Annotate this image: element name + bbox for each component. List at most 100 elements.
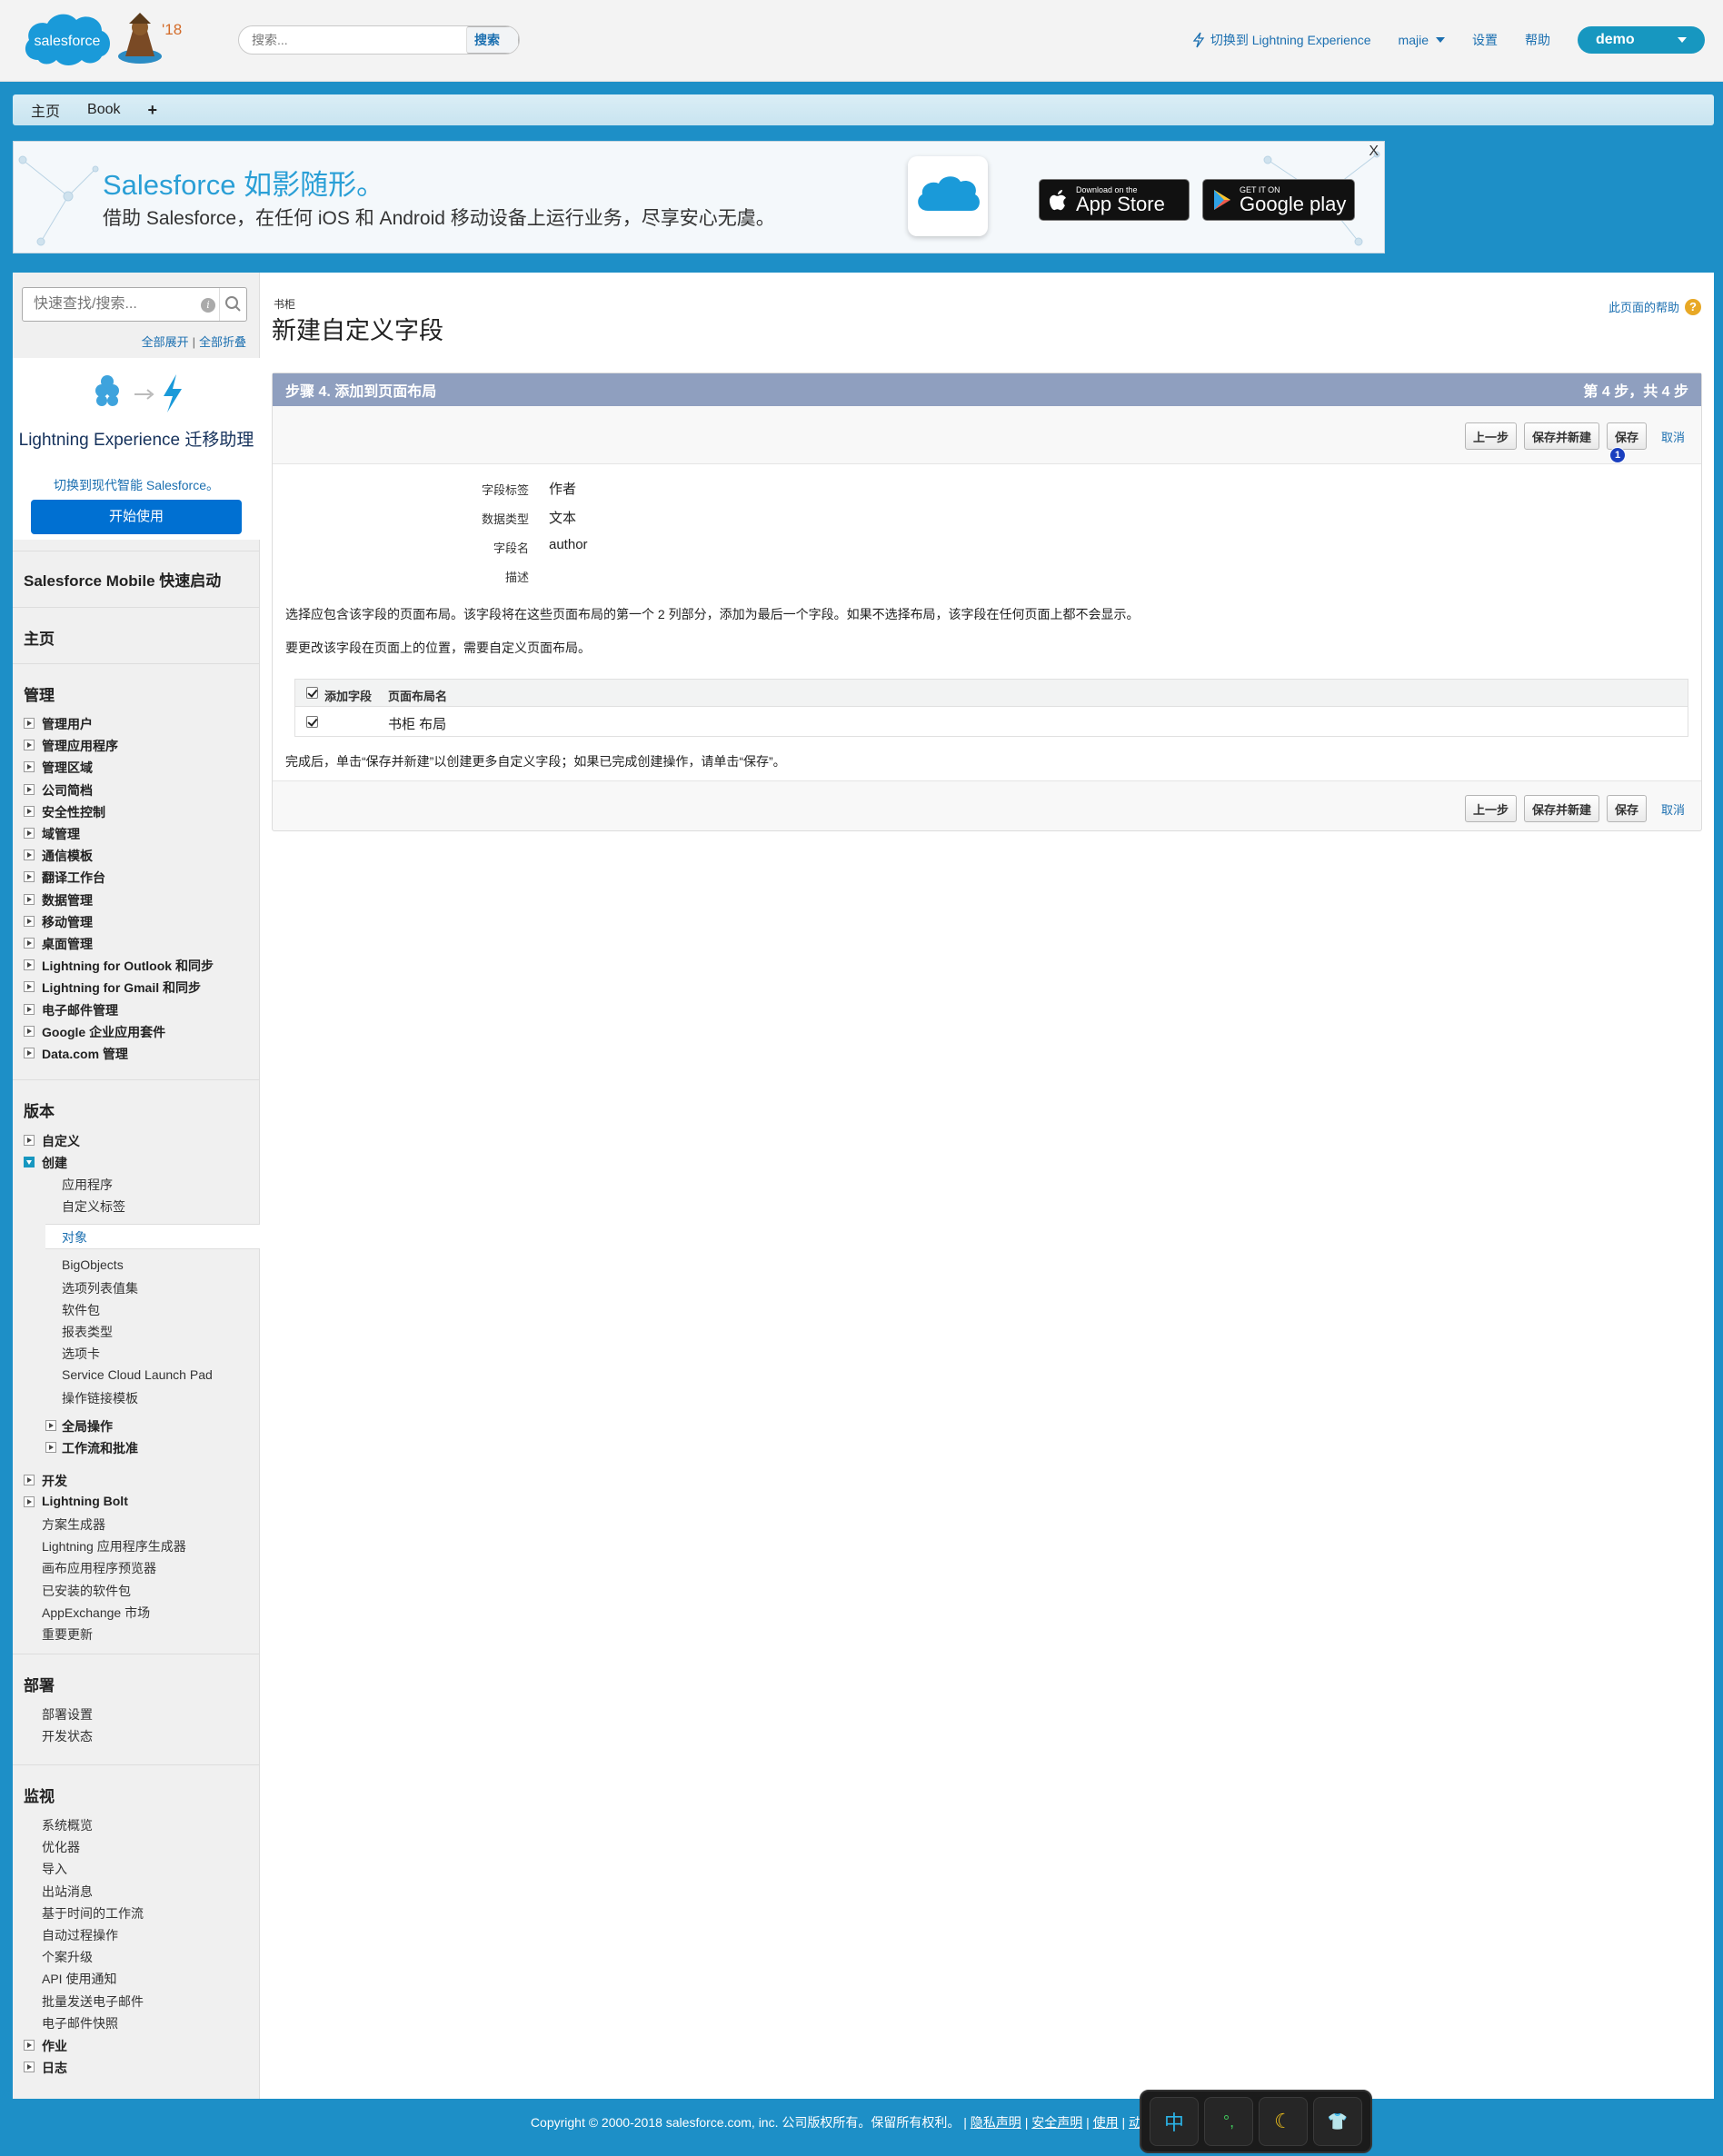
expand-icon[interactable]: [24, 783, 35, 795]
sidebar-item-build-link[interactable]: 已安装的软件包: [42, 1582, 131, 1600]
sidebar-item-create[interactable]: 创建: [42, 1154, 67, 1172]
expand-icon[interactable]: [24, 805, 35, 817]
sidebar-item-create-sub[interactable]: BigObjects: [62, 1257, 124, 1272]
expand-icon[interactable]: [24, 718, 35, 729]
save-new-button[interactable]: 保存并新建: [1523, 422, 1599, 450]
quick-find-input[interactable]: [23, 288, 195, 321]
info-icon[interactable]: i: [201, 298, 215, 313]
save-button[interactable]: 保存: [1606, 422, 1647, 450]
sidebar-item-customize[interactable]: 自定义: [42, 1132, 80, 1150]
org-switcher-button[interactable]: demo: [1578, 26, 1705, 54]
security-link[interactable]: 安全声明: [1031, 2115, 1082, 2130]
sidebar-item-monitor[interactable]: 批量发送电子邮件: [42, 1992, 144, 2011]
user-menu[interactable]: majie: [1399, 33, 1445, 47]
sidebar-item-admin[interactable]: 移动管理: [42, 913, 93, 931]
app-store-badge[interactable]: Download on the App Store: [1039, 179, 1190, 221]
help-link[interactable]: 帮助: [1525, 31, 1550, 49]
sidebar-item-admin[interactable]: 域管理: [42, 825, 80, 843]
collapse-all-link[interactable]: 全部折叠: [199, 335, 246, 349]
sidebar-item-create-sub[interactable]: 选项卡: [62, 1345, 100, 1363]
google-play-badge[interactable]: GET IT ON Google play: [1202, 179, 1355, 221]
sidebar-item-build-link[interactable]: 方案生成器: [42, 1515, 105, 1534]
sidebar-item-admin[interactable]: Lightning for Gmail 和同步: [42, 979, 201, 997]
sidebar-item-admin[interactable]: 翻译工作台: [42, 869, 105, 887]
save-new-button[interactable]: 保存并新建: [1523, 795, 1599, 822]
tab-all-tabs[interactable]: +: [145, 101, 159, 120]
sidebar-item-workflow[interactable]: 工作流和批准: [62, 1439, 138, 1457]
sidebar-item-create-sub[interactable]: 报表类型: [62, 1323, 113, 1341]
previous-button[interactable]: 上一步: [1464, 795, 1517, 822]
banner-close-button[interactable]: X: [1369, 144, 1379, 160]
expand-icon[interactable]: [24, 1003, 35, 1015]
expand-icon[interactable]: [24, 828, 35, 839]
sidebar-item-deploy-settings[interactable]: 部署设置: [42, 1705, 93, 1724]
sidebar-item-admin[interactable]: 通信模板: [42, 847, 93, 865]
expand-icon[interactable]: [24, 761, 35, 773]
sidebar-item-create-sub[interactable]: 选项列表值集: [62, 1279, 138, 1297]
save-button[interactable]: 保存: [1606, 795, 1647, 822]
ime-punctuation-key[interactable]: °,: [1204, 2097, 1253, 2146]
expand-icon[interactable]: [24, 959, 35, 971]
sidebar-item-admin[interactable]: 管理区域: [42, 759, 93, 777]
setup-link[interactable]: 设置: [1472, 31, 1498, 49]
get-started-button[interactable]: 开始使用: [31, 500, 242, 534]
expand-develop-icon[interactable]: [24, 1475, 35, 1485]
expand-icon[interactable]: [24, 871, 35, 883]
expand-jobs-icon[interactable]: [24, 2040, 35, 2051]
ime-chinese-key[interactable]: 中: [1150, 2097, 1199, 2146]
tab-book[interactable]: Book: [85, 102, 122, 118]
search-input[interactable]: [239, 26, 468, 54]
sidebar-item-admin[interactable]: 管理用户: [42, 715, 93, 733]
expand-icon[interactable]: [24, 893, 35, 905]
sidebar-item-build-link[interactable]: 重要更新: [42, 1625, 93, 1644]
home-link[interactable]: 主页: [13, 608, 260, 649]
sidebar-item-admin[interactable]: 安全性控制: [42, 803, 105, 821]
sidebar-item-monitor[interactable]: 导入: [42, 1860, 67, 1878]
expand-icon[interactable]: [24, 1048, 35, 1058]
salesforce-logo[interactable]: salesforce: [20, 7, 115, 73]
sidebar-item-develop[interactable]: 开发: [42, 1472, 67, 1490]
sidebar-item-admin[interactable]: 电子邮件管理: [42, 1001, 118, 1019]
select-all-checkbox[interactable]: [306, 687, 318, 699]
sidebar-item-admin[interactable]: 桌面管理: [42, 935, 93, 953]
sidebar-item-create-sub[interactable]: Service Cloud Launch Pad: [62, 1367, 213, 1382]
expand-workflow-icon[interactable]: [45, 1442, 56, 1453]
cancel-link[interactable]: 取消: [1661, 800, 1685, 818]
sidebar-item-create-sub[interactable]: 应用程序: [62, 1176, 113, 1194]
privacy-link[interactable]: 隐私声明: [971, 2115, 1021, 2130]
cancel-link[interactable]: 取消: [1661, 428, 1685, 445]
sidebar-item-monitor[interactable]: API 使用通知: [42, 1970, 116, 1988]
sidebar-item-jobs[interactable]: 作业: [42, 2037, 67, 2055]
sidebar-item-admin[interactable]: Data.com 管理: [42, 1045, 128, 1063]
expand-lightning-bolt-icon[interactable]: [24, 1496, 35, 1507]
search-icon[interactable]: [219, 288, 246, 321]
sidebar-item-monitor[interactable]: 个案升级: [42, 1948, 93, 1966]
expand-icon[interactable]: [24, 740, 35, 751]
page-help-link[interactable]: 此页面的帮助 ?: [1608, 298, 1701, 315]
sidebar-item-build-link[interactable]: AppExchange 市场: [42, 1604, 150, 1622]
previous-button[interactable]: 上一步: [1464, 422, 1517, 450]
expand-icon[interactable]: [24, 915, 35, 927]
sidebar-item-admin[interactable]: Lightning for Outlook 和同步: [42, 957, 214, 975]
sidebar-item-dev-status[interactable]: 开发状态: [42, 1727, 93, 1745]
switch-lightning-link[interactable]: 切换到 Lightning Experience: [1192, 31, 1371, 49]
collapse-create-icon[interactable]: [24, 1157, 35, 1167]
expand-icon[interactable]: [24, 938, 35, 949]
sidebar-item-create-sub[interactable]: 软件包: [62, 1301, 100, 1319]
moon-icon[interactable]: ☾: [1259, 2097, 1308, 2146]
sidebar-item-monitor[interactable]: 基于时间的工作流: [42, 1904, 144, 1923]
sidebar-item-monitor[interactable]: 优化器: [42, 1838, 80, 1856]
expand-customize-icon[interactable]: [24, 1135, 35, 1146]
sidebar-item-admin[interactable]: 公司简档: [42, 781, 93, 800]
layout-checkbox[interactable]: [306, 716, 318, 728]
sidebar-item-global-actions[interactable]: 全局操作: [62, 1417, 113, 1436]
expand-icon[interactable]: [24, 849, 35, 861]
terms-link[interactable]: 使用: [1093, 2115, 1119, 2130]
sidebar-item-monitor[interactable]: 出站消息: [42, 1883, 93, 1901]
expand-icon[interactable]: [24, 1025, 35, 1037]
mobile-quickstart-link[interactable]: Salesforce Mobile 快速启动: [13, 551, 260, 591]
expand-icon[interactable]: [24, 981, 35, 993]
sidebar-item-monitor[interactable]: 电子邮件快照: [42, 2014, 118, 2032]
sidebar-item-lightning-bolt[interactable]: Lightning Bolt: [42, 1494, 128, 1508]
sidebar-item-monitor[interactable]: 自动过程操作: [42, 1926, 118, 1944]
